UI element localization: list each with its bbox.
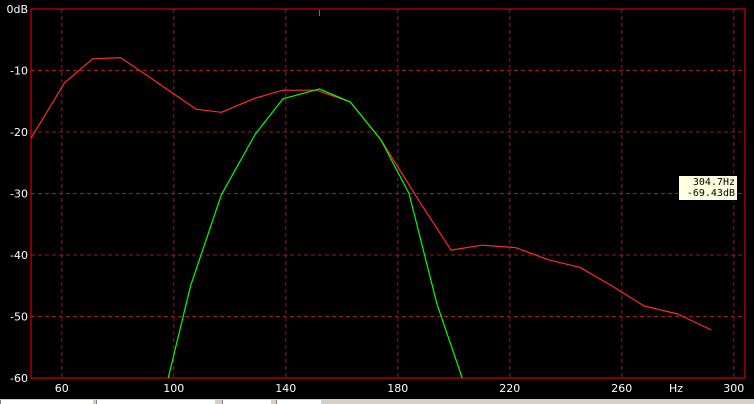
- scrollbar-segment[interactable]: [276, 400, 321, 404]
- y-tick-label: -40: [10, 249, 28, 262]
- y-tick-label: 0dB: [6, 3, 28, 16]
- x-axis-label: Hz: [669, 382, 683, 395]
- scrollbar-segment[interactable]: [222, 400, 271, 404]
- y-tick-label: -30: [10, 188, 28, 201]
- scrollbar-segment[interactable]: [0, 400, 93, 404]
- y-tick-label: -20: [10, 126, 28, 139]
- y-tick-label: -60: [10, 372, 28, 385]
- x-tick-label: 100: [163, 382, 184, 395]
- x-tick-label: 60: [55, 382, 69, 395]
- x-tick-label: 140: [275, 382, 296, 395]
- spectrum-chart[interactable]: 60 100 140 180 220 260 300 0dB -10 -20 -30 -40 -50 -6…: [0, 0, 754, 404]
- bottom-scrollbar[interactable]: [0, 399, 754, 404]
- readout-level: -69.43dB: [686, 188, 735, 199]
- x-tick-label: 220: [499, 382, 520, 395]
- x-tick-label: 180: [387, 382, 408, 395]
- scrollbar-segment[interactable]: [96, 400, 215, 404]
- y-tick-label: -50: [10, 311, 28, 324]
- x-tick-label: 300: [723, 382, 744, 395]
- x-tick-label: 260: [611, 382, 632, 395]
- readout-frequency: 304.7Hz: [692, 177, 735, 188]
- cursor-readout-tooltip: 304.7Hz -69.43dB: [678, 175, 738, 201]
- y-tick-label: -10: [10, 65, 28, 78]
